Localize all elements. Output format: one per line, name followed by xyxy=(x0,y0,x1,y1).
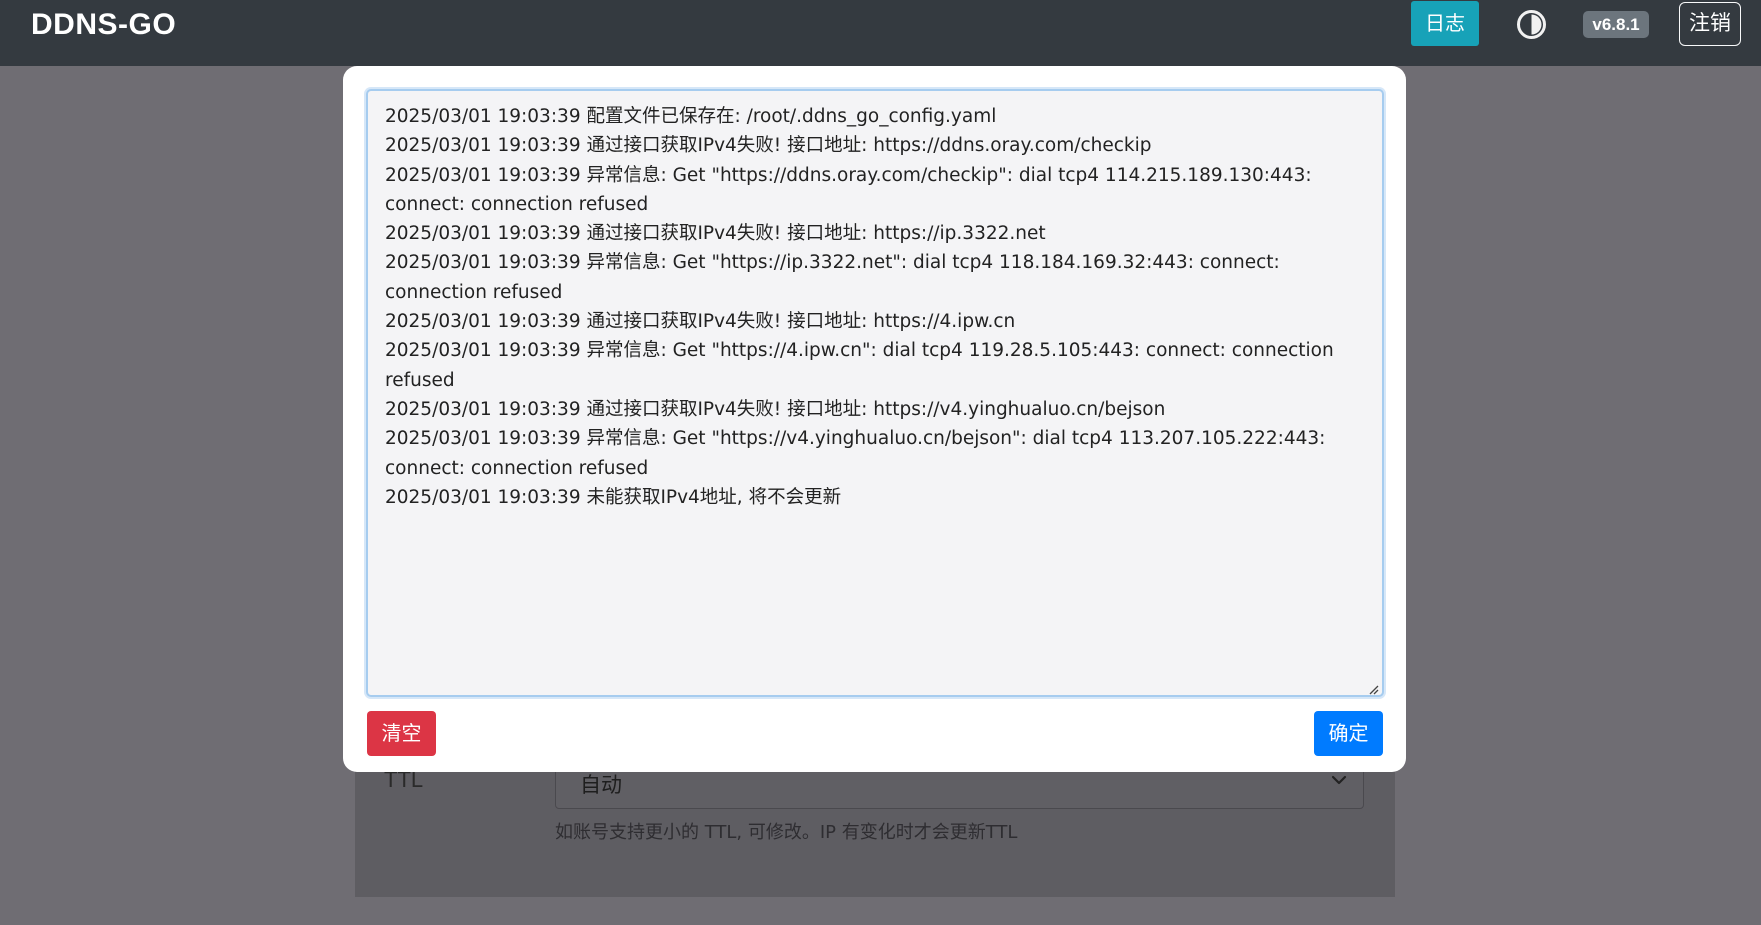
log-line: 2025/03/01 19:03:39 异常信息: Get "https://i… xyxy=(385,252,1286,303)
log-line: 2025/03/01 19:03:39 通过接口获取IPv4失败! 接口地址: … xyxy=(385,135,1152,157)
ttl-help-text: 如账号支持更小的 TTL, 可修改。IP 有变化时才会更新TTL xyxy=(555,822,1018,843)
contrast-icon[interactable] xyxy=(1516,9,1547,40)
log-line: 2025/03/01 19:03:39 通过接口获取IPv4失败! 接口地址: … xyxy=(385,223,1046,245)
version-badge: v6.8.1 xyxy=(1583,11,1649,38)
log-button[interactable]: 日志 xyxy=(1411,1,1479,46)
log-line: 2025/03/01 19:03:39 未能获取IPv4地址, 将不会更新 xyxy=(385,486,842,508)
log-textarea[interactable]: 2025/03/01 19:03:39 配置文件已保存在: /root/.ddn… xyxy=(366,89,1384,697)
top-navbar: DDNS-GO 日志 v6.8.1 注销 xyxy=(0,0,1761,66)
ttl-select-value: 自动 xyxy=(580,773,622,797)
log-line: 2025/03/01 19:03:39 异常信息: Get "https://v… xyxy=(385,428,1332,479)
clear-button[interactable]: 清空 xyxy=(367,711,436,756)
log-line: 2025/03/01 19:03:39 通过接口获取IPv4失败! 接口地址: … xyxy=(385,398,1166,420)
log-line: 2025/03/01 19:03:39 通过接口获取IPv4失败! 接口地址: … xyxy=(385,311,1016,333)
log-line: 2025/03/01 19:03:39 异常信息: Get "https://d… xyxy=(385,164,1318,215)
resize-handle-icon[interactable] xyxy=(1367,680,1379,695)
log-line: 2025/03/01 19:03:39 异常信息: Get "https://4… xyxy=(385,340,1340,391)
ok-button[interactable]: 确定 xyxy=(1314,711,1383,756)
brand-logo-text[interactable]: DDNS-GO xyxy=(31,8,176,42)
log-modal: 2025/03/01 19:03:39 配置文件已保存在: /root/.ddn… xyxy=(343,66,1406,772)
logout-button[interactable]: 注销 xyxy=(1679,2,1741,46)
log-line: 2025/03/01 19:03:39 配置文件已保存在: /root/.ddn… xyxy=(385,106,997,127)
